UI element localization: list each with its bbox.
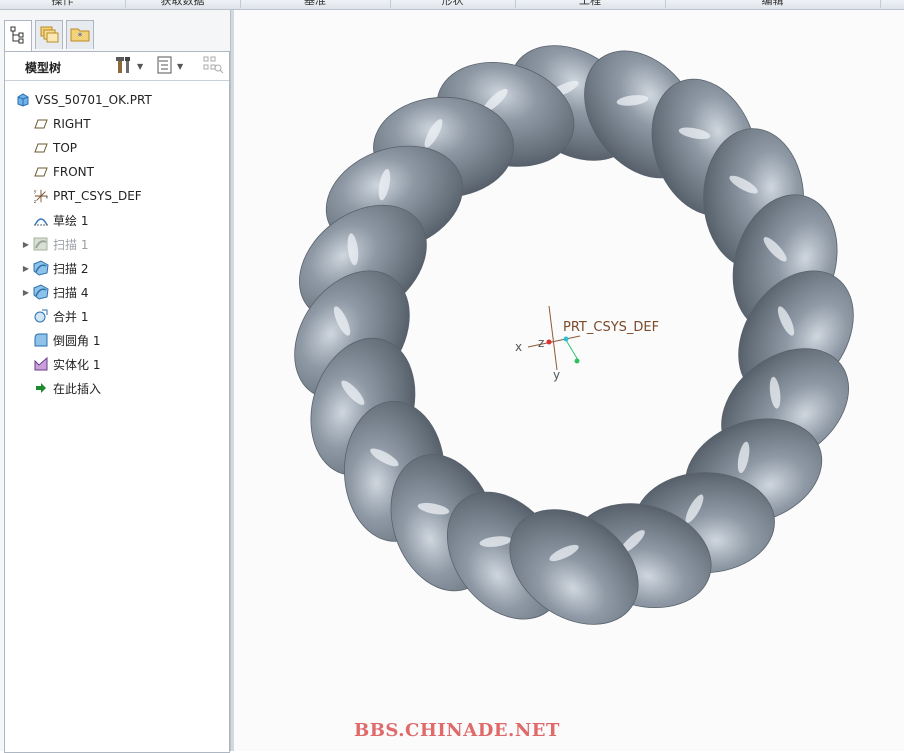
tree-root-part[interactable]: VSS_50701_OK.PRT bbox=[15, 90, 152, 110]
folder-browser-tab[interactable] bbox=[35, 20, 63, 49]
tree-item-front[interactable]: FRONT bbox=[21, 162, 94, 182]
tree-item-top[interactable]: TOP bbox=[21, 138, 77, 158]
datum-plane-icon bbox=[33, 164, 49, 180]
svg-text:x: x bbox=[45, 196, 48, 201]
tree-root-label: VSS_50701_OK.PRT bbox=[35, 93, 152, 107]
tree-filter-icon bbox=[157, 56, 173, 77]
model-tree-title: 模型树 bbox=[25, 61, 62, 75]
tree-icon bbox=[10, 26, 26, 47]
tree-item-sweep-4[interactable]: ▶ 扫描 4 bbox=[21, 282, 88, 302]
watermark: BBS.CHINADE.NET bbox=[354, 720, 560, 741]
svg-text:*: * bbox=[78, 32, 83, 42]
tree-item-label: 实体化 1 bbox=[53, 357, 101, 372]
ribbon-group-get-data[interactable]: 获取数据 bbox=[125, 0, 241, 8]
expand-arrow-icon[interactable]: ▶ bbox=[21, 288, 31, 297]
tree-item-label: 扫描 1 bbox=[53, 237, 89, 252]
tree-item-label: 倒圆角 1 bbox=[53, 333, 101, 348]
tree-item-label: PRT_CSYS_DEF bbox=[53, 189, 142, 203]
tree-item-merge-1[interactable]: 合并 1 bbox=[21, 306, 88, 326]
sweep-icon bbox=[33, 284, 49, 300]
chevron-down-icon: ▼ bbox=[137, 61, 144, 71]
insert-here-icon bbox=[33, 380, 49, 396]
ribbon-group-datum[interactable]: 基准 bbox=[240, 0, 391, 8]
navigator-panel: * 模型树 ▼ ▼ VSS_50701_OK.PRT RIGHT TOP FRO… bbox=[0, 10, 230, 753]
part-icon bbox=[15, 92, 31, 108]
ribbon-group-editing[interactable]: 编辑 bbox=[665, 0, 881, 8]
tree-item-label: RIGHT bbox=[53, 117, 91, 131]
settings-tools-icon bbox=[115, 55, 133, 78]
tree-item-sweep-2[interactable]: ▶ 扫描 2 bbox=[21, 258, 88, 278]
tree-item-csys[interactable]: y x z PRT_CSYS_DEF bbox=[21, 186, 142, 206]
svg-text:z: z bbox=[34, 200, 37, 205]
datum-plane-icon bbox=[33, 140, 49, 156]
svg-text:y: y bbox=[34, 189, 37, 194]
tree-filter-button[interactable]: ▼ bbox=[157, 56, 183, 76]
tree-item-label: 草绘 1 bbox=[53, 213, 89, 228]
ribbon-group-engineering[interactable]: 工程 bbox=[515, 0, 666, 8]
tree-item-label: FRONT bbox=[53, 165, 94, 179]
axis-x-label: x bbox=[515, 340, 523, 354]
model-tree-tab[interactable] bbox=[4, 20, 32, 51]
tree-item-label: 扫描 4 bbox=[53, 285, 89, 300]
tree-item-label: TOP bbox=[53, 141, 78, 155]
sweep-icon bbox=[33, 260, 49, 276]
csys-label: PRT_CSYS_DEF bbox=[563, 320, 660, 335]
settings-tools-button[interactable]: ▼ bbox=[115, 56, 143, 76]
tree-item-label: 合并 1 bbox=[53, 309, 89, 324]
model-tree-panel: 模型树 ▼ ▼ VSS_50701_OK.PRT RIGHT TOP FRONT… bbox=[4, 51, 230, 753]
tree-item-label: 在此插入 bbox=[53, 381, 102, 396]
model-view bbox=[294, 45, 854, 625]
ribbon-bar: 操作 获取数据 基准 形状 工程 编辑 bbox=[0, 0, 904, 10]
ribbon-group-shapes[interactable]: 形状 bbox=[390, 0, 516, 8]
coordinate-system-icon: y x z bbox=[33, 188, 49, 205]
tree-item-insert-here[interactable]: 在此插入 bbox=[21, 378, 101, 398]
twisted-torus-model bbox=[294, 45, 854, 625]
favorites-icon: * bbox=[70, 25, 90, 46]
tree-item-round-1[interactable]: 倒圆角 1 bbox=[21, 330, 100, 350]
tree-item-label: 扫描 2 bbox=[53, 261, 89, 276]
display-options-button[interactable] bbox=[203, 56, 225, 76]
merge-icon bbox=[33, 308, 49, 324]
display-icon bbox=[203, 55, 225, 78]
datum-plane-icon bbox=[33, 116, 49, 132]
axis-y-label: y bbox=[553, 368, 561, 382]
solidify-icon bbox=[33, 356, 49, 372]
torus-hole bbox=[444, 203, 700, 479]
expand-arrow-icon[interactable]: ▶ bbox=[21, 264, 31, 273]
sweep-icon bbox=[33, 236, 49, 252]
axis-z-label: z bbox=[538, 336, 545, 350]
expand-arrow-icon[interactable]: ▶ bbox=[21, 240, 31, 249]
ribbon-group-operations[interactable]: 操作 bbox=[0, 0, 126, 8]
sketch-icon bbox=[33, 212, 49, 228]
round-icon bbox=[33, 332, 49, 348]
favorites-tab[interactable]: * bbox=[66, 20, 94, 49]
graphics-viewport[interactable]: PRT_CSYS_DEF x z y bbox=[234, 10, 904, 751]
model-tree-header: 模型树 ▼ ▼ bbox=[5, 52, 229, 81]
chevron-down-icon: ▼ bbox=[177, 61, 184, 71]
tree-item-solidify-1[interactable]: 实体化 1 bbox=[21, 354, 100, 374]
tree-item-sketch-1[interactable]: 草绘 1 bbox=[21, 210, 88, 230]
tree-item-sweep-1[interactable]: ▶ 扫描 1 bbox=[21, 234, 88, 254]
tree-item-right[interactable]: RIGHT bbox=[21, 114, 91, 134]
folders-icon bbox=[39, 25, 59, 46]
